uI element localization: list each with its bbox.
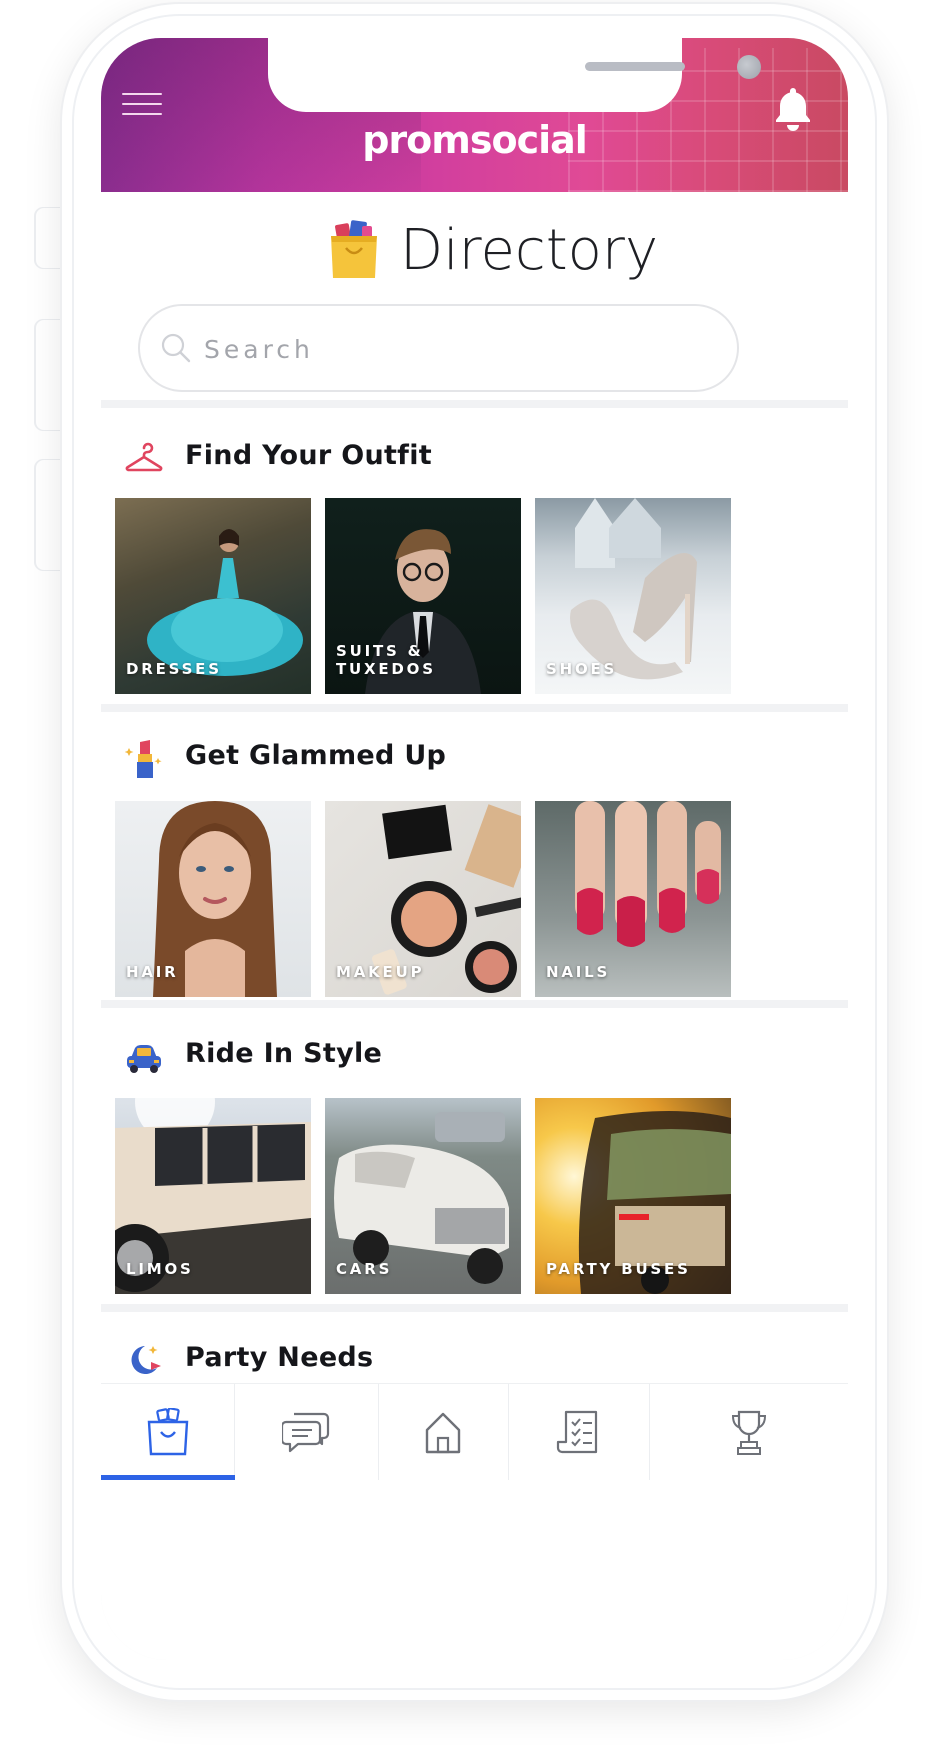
tile-suits-tuxedos[interactable]: SUITS & TUXEDOS: [325, 498, 521, 694]
tile-hair[interactable]: HAIR: [115, 801, 311, 997]
bell-icon: [776, 88, 810, 131]
search-icon: [161, 333, 191, 363]
section-title: Ride In Style: [185, 1038, 383, 1069]
volume-up-button: [36, 320, 62, 430]
page-title: Directory: [400, 218, 659, 283]
app-logo: promsocial: [362, 118, 588, 162]
section-title: Find Your Outfit: [185, 440, 432, 471]
silent-switch: [36, 208, 62, 268]
tab-home[interactable]: [378, 1384, 509, 1480]
tile-label: NAILS: [546, 963, 611, 981]
tab-awards[interactable]: [649, 1384, 848, 1480]
tile-label: MAKEUP: [336, 963, 425, 981]
tab-messages[interactable]: [234, 1384, 379, 1480]
tile-shoes[interactable]: SHOES: [535, 498, 731, 694]
tile-label: LIMOS: [126, 1260, 194, 1278]
bottom-tab-bar: [101, 1383, 848, 1484]
hanger-icon: [125, 442, 163, 472]
tile-party-buses[interactable]: PARTY BUSES: [535, 1098, 731, 1294]
trophy-icon: [731, 1410, 766, 1455]
tile-label: SUITS & TUXEDOS: [336, 642, 436, 678]
tile-label: HAIR: [126, 963, 179, 981]
shopping-bag-directory-icon: [331, 220, 377, 278]
home-icon: [425, 1412, 461, 1454]
tile-dresses[interactable]: DRESSES: [115, 498, 311, 694]
search-bar[interactable]: [138, 304, 739, 392]
earpiece-speaker: [585, 62, 685, 71]
chat-bubbles-icon: [282, 1412, 330, 1453]
active-tab-indicator: [101, 1475, 235, 1480]
volume-down-button: [36, 460, 62, 570]
checklist-icon: [556, 1410, 597, 1454]
tab-directory[interactable]: [101, 1384, 235, 1480]
tile-label: PARTY BUSES: [546, 1260, 691, 1278]
tile-label: SHOES: [546, 660, 618, 678]
tile-nails[interactable]: NAILS: [535, 801, 731, 997]
tile-label: DRESSES: [126, 660, 222, 678]
section-title: Get Glammed Up: [185, 740, 447, 771]
search-input[interactable]: [202, 326, 706, 372]
tile-cars[interactable]: CARS: [325, 1098, 521, 1294]
car-icon: [127, 1045, 161, 1073]
tile-limos[interactable]: LIMOS: [115, 1098, 311, 1294]
notifications-button[interactable]: [773, 86, 813, 132]
lipstick-icon: [125, 740, 162, 778]
tile-makeup[interactable]: MAKEUP: [325, 801, 521, 997]
hamburger-menu-button[interactable]: [122, 93, 164, 119]
front-camera: [737, 55, 761, 79]
section-party-needs: Party Needs: [101, 1312, 848, 1392]
tile-label: CARS: [336, 1260, 393, 1278]
section-title: Party Needs: [185, 1342, 374, 1373]
device-notch: [268, 38, 761, 112]
section-get-glammed-up: Get Glammed Up HAIR MAKEUP NAILS: [101, 712, 848, 1000]
section-find-your-outfit: Find Your Outfit DRESSES SUITS & TUXEDOS…: [101, 408, 848, 704]
app-screen: promsocial Directory Find Y: [101, 38, 848, 1660]
section-ride-in-style: Ride In Style LIMOS CARS PARTY BUSES: [101, 1008, 848, 1304]
shopping-bag-icon: [147, 1408, 188, 1456]
tab-checklist[interactable]: [508, 1384, 650, 1480]
moon-party-icon: [131, 1346, 161, 1374]
home-indicator-area: [101, 1483, 848, 1660]
